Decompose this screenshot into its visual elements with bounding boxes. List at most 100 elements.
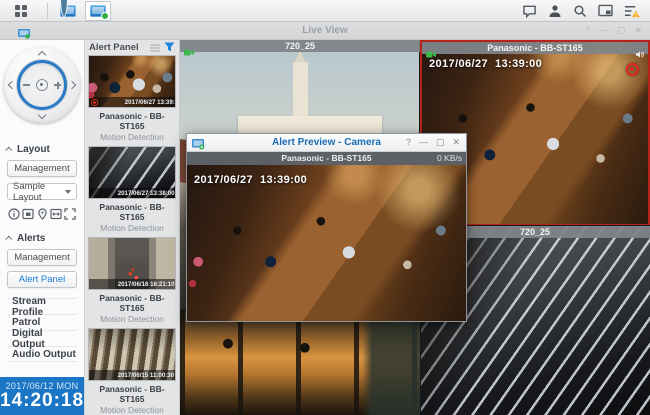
alert-list: 2017/06/27 13:39:00 Panasonic - BB-ST165…: [85, 55, 179, 415]
alert-camera: Panasonic - BB-ST165: [99, 202, 165, 222]
preview-bitrate: 0 KB/s: [436, 153, 462, 163]
taskbar-tray: [522, 4, 640, 18]
alert-camera: Panasonic - BB-ST165: [99, 111, 165, 131]
notifications-icon[interactable]: [624, 4, 640, 18]
alert-time: 2017/06/16 16:21:10: [117, 280, 175, 288]
section-digital-output-label: Digital Output: [12, 327, 45, 350]
surveillance-station-desktop: Live View ? — ▢ ✕ Layout Management Samp…: [0, 0, 650, 415]
section-alerts[interactable]: Alerts: [5, 233, 77, 244]
ptz-home-icon[interactable]: [36, 79, 48, 91]
sidebar: Layout Management Sample Layout Alerts M…: [0, 40, 85, 415]
alert-preview-statusbar: Panasonic - BB-ST165 0 KB/s: [187, 152, 466, 165]
recording-icon: [626, 63, 639, 76]
emap-pin-icon[interactable]: [37, 208, 48, 220]
rotation-icon[interactable]: [50, 208, 62, 220]
speaker-icon[interactable]: [636, 45, 644, 63]
monitor-clock-icon: [60, 0, 76, 17]
alerts-management-button[interactable]: Management: [7, 249, 77, 266]
alert-thumbnail[interactable]: 2017/06/27 13:38:00: [88, 146, 176, 199]
window-controls: ? — ▢ ✕: [585, 25, 642, 36]
fullscreen-icon[interactable]: [64, 208, 76, 220]
zoom-in-icon[interactable]: [54, 81, 61, 89]
alert-item[interactable]: 2017/06/27 13:39:00 Panasonic - BB-ST165…: [88, 55, 176, 142]
collapsed-sections: Stream Profile Patrol Digital Output Aud…: [7, 296, 77, 362]
alert-time: 2017/06/27 13:38:00: [117, 189, 175, 197]
layout-preset-select[interactable]: Sample Layout: [7, 180, 77, 203]
section-layout-label: Layout: [17, 144, 50, 155]
chevron-up-icon: [5, 146, 13, 154]
alert-event: Motion Detection: [100, 132, 164, 142]
alert-panel-title: Alert Panel: [89, 42, 139, 53]
alert-panel-header: Alert Panel: [85, 40, 179, 55]
snapshot-icon[interactable]: [22, 208, 34, 220]
taskbar-divider: [47, 2, 48, 19]
taskbar-app-surveillance[interactable]: [55, 0, 81, 21]
help-button[interactable]: ?: [406, 137, 411, 148]
section-patrol-label: Patrol: [12, 317, 41, 328]
clock-time: 14:20:18: [0, 390, 85, 411]
liveview-window-titlebar[interactable]: Live View ? — ▢ ✕: [0, 22, 650, 40]
window-title: Live View: [302, 25, 348, 36]
alert-thumbnail[interactable]: 2017/06/15 11:00:30: [88, 328, 176, 381]
maximize-button[interactable]: ▢: [617, 25, 626, 36]
alert-panel-button[interactable]: Alert Panel: [7, 271, 77, 288]
info-icon[interactable]: [8, 208, 20, 220]
alert-panel: Alert Panel 2017/06/27 13:39:00 Panasoni…: [85, 40, 180, 415]
pilot-view-icon[interactable]: [598, 4, 613, 17]
alert-event: Motion Detection: [100, 223, 164, 233]
ptz-up-icon[interactable]: [37, 50, 47, 60]
alert-preview-titlebar[interactable]: Alert Preview - Camera ? — ▢ ✕: [187, 134, 466, 152]
ptz-left-icon[interactable]: [7, 80, 17, 90]
alert-item[interactable]: 2017/06/16 16:21:10 Panasonic - BB-ST165…: [88, 237, 176, 324]
section-audio-output-label: Audio Output: [12, 348, 76, 360]
preview-timestamp: 2017/06/27 13:39:00: [194, 174, 308, 186]
main-menu-button[interactable]: [0, 0, 42, 22]
ptz-right-icon[interactable]: [67, 80, 77, 90]
tile-title: 720_25: [284, 41, 316, 51]
taskbar-app-liveview[interactable]: [85, 0, 111, 21]
section-audio-output[interactable]: Audio Output: [7, 346, 77, 362]
search-icon[interactable]: [573, 4, 587, 18]
thumbnail-overlay: 2017/06/15 11:00:30: [89, 370, 175, 380]
alert-preview-controls: ? — ▢ ✕: [406, 137, 460, 148]
video-timestamp: 2017/06/27 13:39:00: [429, 58, 543, 70]
layout-toolbar: [7, 208, 77, 220]
maximize-button[interactable]: ▢: [436, 137, 445, 148]
alert-event: Motion Detection: [100, 314, 164, 324]
section-layout[interactable]: Layout: [5, 144, 77, 155]
section-stream-profile[interactable]: Stream Profile: [7, 296, 77, 318]
minimize-button[interactable]: —: [599, 25, 608, 36]
main-menu-icon: [15, 4, 27, 17]
recording-icon: [91, 98, 98, 106]
alert-event: Motion Detection: [100, 405, 164, 415]
alert-camera: Panasonic - BB-ST165: [99, 384, 165, 404]
camera-tile-restaurant[interactable]: [180, 310, 420, 415]
chevron-down-icon: [65, 189, 71, 194]
tile-title: Panasonic - BB-ST165: [487, 43, 583, 53]
alert-thumbnail[interactable]: 2017/06/16 16:21:10: [88, 237, 176, 290]
chevron-up-icon: [5, 235, 13, 243]
chat-icon[interactable]: [522, 4, 537, 18]
section-alerts-label: Alerts: [17, 233, 46, 244]
thumbnail-overlay: 2017/06/27 13:38:00: [89, 188, 175, 198]
zoom-out-icon[interactable]: [23, 84, 30, 86]
help-button[interactable]: ?: [585, 25, 590, 36]
layout-management-button[interactable]: Management: [7, 160, 77, 177]
section-stream-profile-label: Stream Profile: [12, 295, 46, 318]
alert-thumbnail[interactable]: 2017/06/27 13:39:00: [88, 55, 176, 108]
minimize-button[interactable]: —: [419, 137, 428, 148]
alert-time: 2017/06/15 11:00:30: [117, 371, 175, 379]
close-button[interactable]: ✕: [452, 137, 460, 148]
section-digital-output[interactable]: Digital Output: [7, 328, 77, 350]
alert-item[interactable]: 2017/06/27 13:38:00 Panasonic - BB-ST165…: [88, 146, 176, 233]
preview-video[interactable]: 2017/06/27 13:39:00: [187, 165, 466, 321]
taskbar: [0, 0, 650, 22]
ptz-down-icon[interactable]: [37, 110, 47, 120]
ptz-control-pad[interactable]: [4, 47, 80, 123]
layout-preset-value: Sample Layout: [13, 180, 46, 203]
alert-item[interactable]: 2017/06/15 11:00:30 Panasonic - BB-ST165…: [88, 328, 176, 415]
alert-time: 2017/06/27 13:39:00: [124, 98, 176, 106]
user-icon[interactable]: [548, 4, 562, 18]
alert-preview-window[interactable]: Alert Preview - Camera ? — ▢ ✕ Panasonic…: [186, 133, 467, 322]
close-button[interactable]: ✕: [634, 25, 642, 36]
